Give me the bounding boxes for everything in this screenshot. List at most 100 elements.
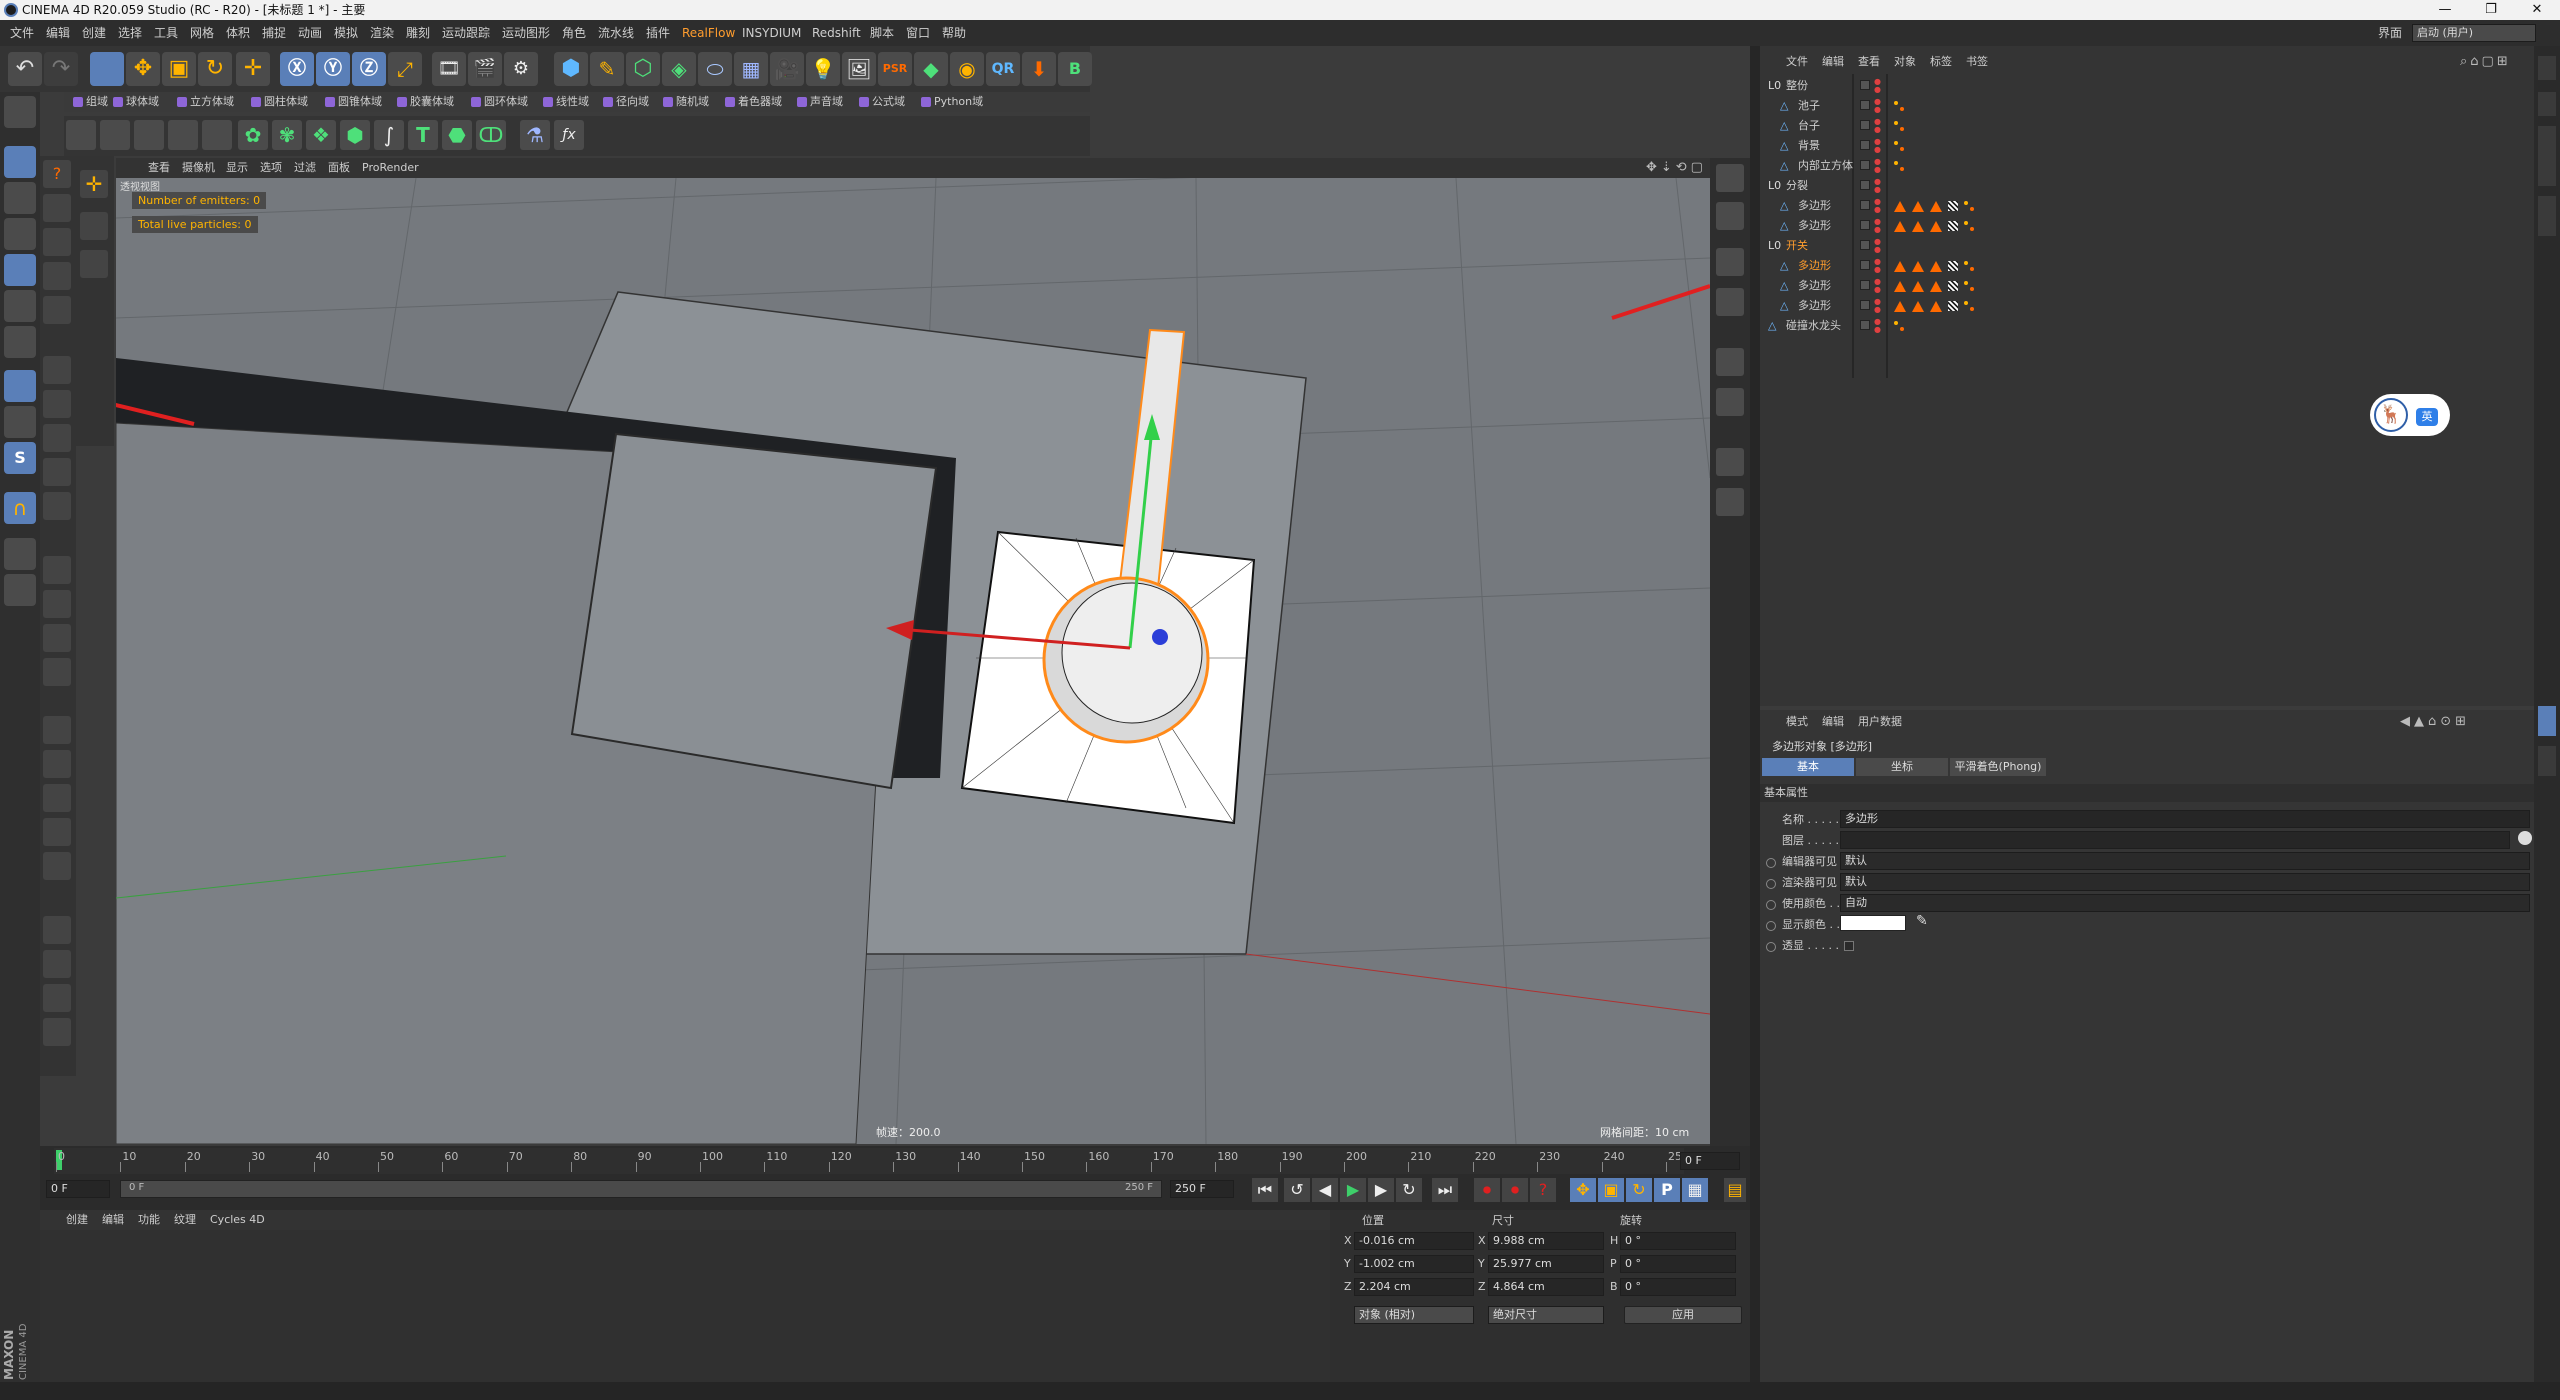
material-tag-icon[interactable] bbox=[1894, 300, 1906, 312]
material-tag-icon[interactable] bbox=[1912, 260, 1924, 272]
linear-domain-item[interactable]: 线性域 bbox=[540, 92, 589, 112]
viewport-menu-display[interactable]: 显示 bbox=[220, 158, 254, 178]
random-domain-item[interactable]: 随机域 bbox=[660, 92, 709, 112]
extrude-tool-icon[interactable] bbox=[43, 424, 71, 452]
layer-reset-icon[interactable] bbox=[2518, 831, 2532, 845]
psr-icon[interactable]: PSR bbox=[878, 52, 912, 86]
material-tag-icon[interactable] bbox=[1912, 200, 1924, 212]
polygons-mode-icon[interactable] bbox=[4, 326, 36, 358]
visibility-dots-icon[interactable]: ● ● bbox=[1874, 98, 1881, 114]
sweep-icon[interactable]: ↀ bbox=[476, 120, 506, 150]
text-tool-icon[interactable]: T bbox=[408, 120, 438, 150]
material-tag-icon[interactable] bbox=[1930, 280, 1942, 292]
viewport-menu-options[interactable]: 选项 bbox=[254, 158, 288, 178]
right-tab-layers[interactable] bbox=[2538, 746, 2556, 776]
object-row[interactable]: △ 多边形 ● ● bbox=[1760, 216, 2534, 236]
object-name[interactable]: 多边形 bbox=[1798, 196, 1831, 216]
rotate-icon[interactable]: ↻ bbox=[198, 52, 232, 86]
planar-workplane-icon[interactable] bbox=[4, 574, 36, 606]
layer-color-swatch[interactable] bbox=[1860, 320, 1870, 330]
xray-checkbox[interactable] bbox=[1844, 941, 1854, 951]
object-name[interactable]: 分裂 bbox=[1786, 176, 1808, 196]
viewport-menu-panel[interactable]: 面板 bbox=[322, 158, 356, 178]
xpresso-icon[interactable]: ƒx bbox=[554, 120, 584, 150]
floor-icon[interactable]: ▦ bbox=[734, 52, 768, 86]
menu-render[interactable]: 渲染 bbox=[364, 20, 400, 46]
object-row[interactable]: △ 池子 ● ● bbox=[1760, 96, 2534, 116]
knife-tool-icon[interactable] bbox=[43, 356, 71, 384]
menu-simulate[interactable]: 模拟 bbox=[328, 20, 364, 46]
om-menu-file[interactable]: 文件 bbox=[1780, 52, 1814, 72]
visibility-dots-icon[interactable]: ● ● bbox=[1874, 218, 1881, 234]
menu-realflow[interactable]: RealFlow bbox=[676, 20, 741, 46]
object-row[interactable]: △ 内部立方体 ● ● bbox=[1760, 156, 2534, 176]
position-y-field[interactable]: -1.002 cm bbox=[1354, 1255, 1474, 1273]
sphere-domain-item[interactable]: 球体域 bbox=[110, 92, 159, 112]
layout-icon-2[interactable] bbox=[1716, 202, 1744, 230]
tab-coord[interactable]: 坐标 bbox=[1856, 758, 1948, 776]
render-settings-icon[interactable]: ⚙ bbox=[504, 52, 538, 86]
object-name[interactable]: 背景 bbox=[1798, 136, 1820, 156]
tag-icons[interactable] bbox=[1894, 256, 1980, 276]
panel-divider[interactable] bbox=[1750, 46, 1760, 1400]
circle-tool-icon[interactable] bbox=[80, 250, 108, 278]
cone-domain-item[interactable]: 圆锥体域 bbox=[322, 92, 382, 112]
menu-window[interactable]: 窗口 bbox=[900, 20, 936, 46]
right-tab-1[interactable] bbox=[2538, 56, 2556, 80]
display-color-swatch[interactable] bbox=[1840, 915, 1906, 931]
menu-volume[interactable]: 体积 bbox=[220, 20, 256, 46]
material-tag-icon[interactable] bbox=[1912, 300, 1924, 312]
material-tag-icon[interactable] bbox=[1894, 260, 1906, 272]
material-tag-icon[interactable] bbox=[1912, 220, 1924, 232]
stitch-tool-icon[interactable] bbox=[43, 750, 71, 778]
layer-field[interactable] bbox=[1840, 831, 2510, 849]
tag-icons[interactable] bbox=[1894, 96, 1910, 116]
phong-tag-icon[interactable] bbox=[1964, 261, 1974, 271]
layer-color-swatch[interactable] bbox=[1860, 100, 1870, 110]
z-axis-lock-icon[interactable]: Ⓩ bbox=[352, 52, 386, 86]
om-menu-tags[interactable]: 标签 bbox=[1924, 52, 1958, 72]
capsule-domain-item[interactable]: 胶囊体域 bbox=[394, 92, 454, 112]
viewport-menu-view[interactable]: 查看 bbox=[142, 158, 176, 178]
am-nav-icons[interactable]: ◀▲⌂⊙⊞ bbox=[2400, 714, 2470, 729]
color-picker-icon[interactable]: ✎ bbox=[1916, 913, 1928, 929]
layer-color-swatch[interactable] bbox=[1860, 240, 1870, 250]
minimize-button[interactable]: — bbox=[2422, 0, 2468, 20]
tab-phong[interactable]: 平滑着色(Phong) bbox=[1950, 758, 2046, 776]
layer-color-swatch[interactable] bbox=[1860, 300, 1870, 310]
menu-select[interactable]: 选择 bbox=[112, 20, 148, 46]
cloner-icon[interactable]: ◈ bbox=[662, 52, 696, 86]
bucket-icon[interactable]: ⬇ bbox=[1022, 52, 1056, 86]
xray-anim-icon[interactable] bbox=[1766, 942, 1776, 952]
absolute-size-dropdown[interactable]: 绝对尺寸 bbox=[1488, 1306, 1604, 1324]
rotation-h-field[interactable]: 0 ° bbox=[1620, 1232, 1736, 1250]
menu-script[interactable]: 脚本 bbox=[864, 20, 900, 46]
object-name[interactable]: 多边形 bbox=[1798, 216, 1831, 236]
snap-icon[interactable]: ∩ bbox=[4, 492, 36, 524]
texture-tag-icon[interactable] bbox=[1948, 281, 1958, 291]
phong-tag-icon[interactable] bbox=[1964, 301, 1974, 311]
pen-spline-icon[interactable]: ✎ bbox=[590, 52, 624, 86]
phong-tag-icon[interactable] bbox=[1894, 161, 1904, 171]
shader-domain-item[interactable]: 着色器域 bbox=[722, 92, 782, 112]
menu-character[interactable]: 角色 bbox=[556, 20, 592, 46]
visibility-dots-icon[interactable]: ● ● bbox=[1874, 238, 1881, 254]
visibility-dots-icon[interactable]: ● ● bbox=[1874, 138, 1881, 154]
position-z-field[interactable]: 2.204 cm bbox=[1354, 1278, 1474, 1296]
torus-domain-item[interactable]: 圆环体域 bbox=[468, 92, 528, 112]
green-tool-2-icon[interactable]: ✾ bbox=[272, 120, 302, 150]
current-frame-field[interactable]: 0 F bbox=[1680, 1152, 1740, 1170]
material-tag-icon[interactable] bbox=[1912, 280, 1924, 292]
use-color-anim-icon[interactable] bbox=[1766, 900, 1776, 910]
render-picture-viewer-icon[interactable]: 🎬 bbox=[468, 52, 502, 86]
editor-visible-dropdown[interactable]: 默认 bbox=[1840, 852, 2530, 870]
layer-color-swatch[interactable] bbox=[1860, 180, 1870, 190]
record-icon[interactable]: ⏺ bbox=[1474, 1178, 1500, 1202]
sphere-texture-icon[interactable]: ◉ bbox=[950, 52, 984, 86]
object-row[interactable]: L0 分裂 ● ● bbox=[1760, 176, 2534, 196]
menu-plugins[interactable]: 插件 bbox=[640, 20, 676, 46]
iron-tool-icon[interactable] bbox=[43, 784, 71, 812]
om-search-icon[interactable]: ⌕⌂▢⊞ bbox=[2460, 54, 2511, 69]
timeline-settings-icon[interactable]: ▤ bbox=[1724, 1178, 1746, 1202]
undo-icon[interactable]: ↶ bbox=[8, 52, 42, 86]
